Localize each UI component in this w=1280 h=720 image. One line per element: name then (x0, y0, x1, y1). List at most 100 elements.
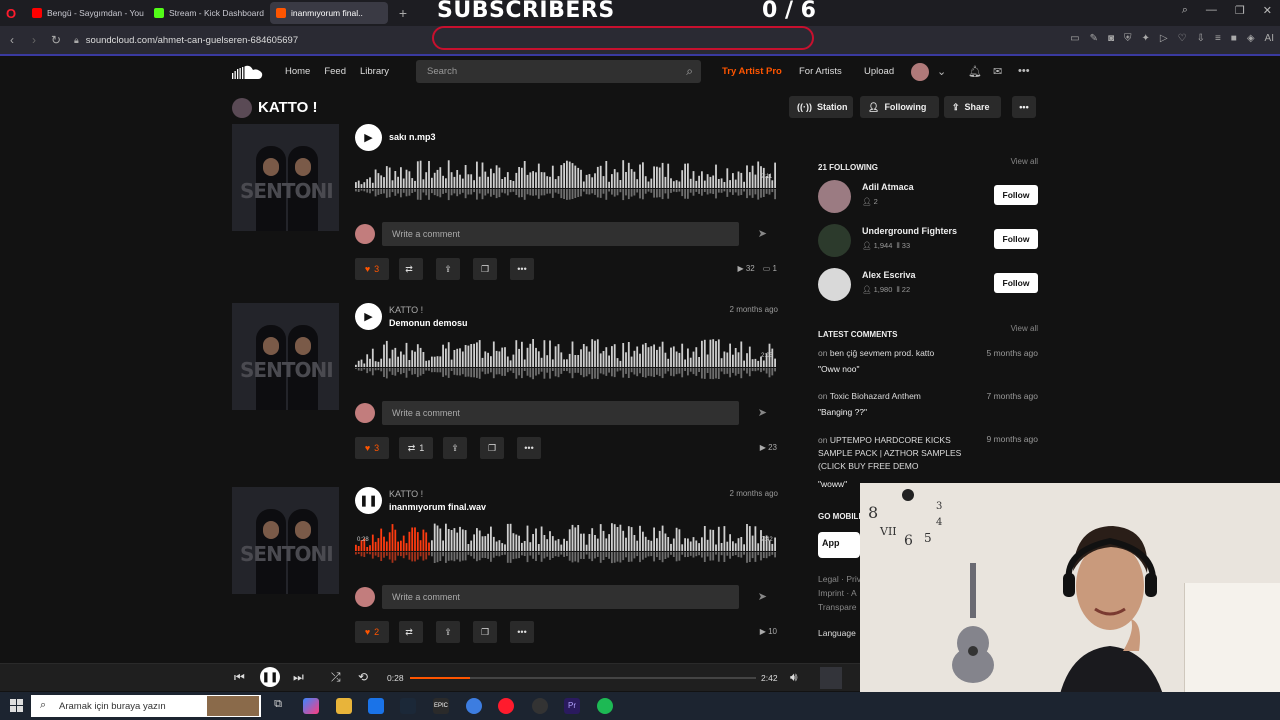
ai-icon[interactable]: AI (1265, 33, 1274, 44)
language-link[interactable]: Language (818, 628, 856, 638)
track-cover[interactable]: SENTONI (232, 487, 339, 594)
comment-track[interactable]: UPTEMPO HARDCORE KICKS SAMPLE PACK | AZT… (818, 435, 961, 471)
repost-button[interactable]: ⇄ (399, 621, 423, 643)
more-button[interactable]: ••• (1012, 96, 1036, 118)
app-store-badge[interactable]: App (818, 532, 860, 558)
track-title[interactable]: inanmıyorum final.wav (389, 502, 486, 512)
track-title[interactable]: sakı n.mp3 (389, 132, 436, 142)
progress-bar[interactable] (410, 677, 756, 679)
new-tab-button[interactable]: + (394, 4, 412, 22)
steam-icon[interactable] (400, 698, 416, 714)
following-name[interactable]: Underground Fighters (862, 226, 957, 236)
comment-track[interactable]: Toxic Biohazard Anthem (830, 391, 921, 401)
waveform[interactable] (355, 519, 777, 564)
opera-taskbar-icon[interactable] (498, 698, 514, 714)
browser-tab-soundcloud[interactable]: inanmıyorum final.. (270, 2, 388, 24)
extension-icon[interactable]: ✦ (1142, 33, 1150, 44)
share-button[interactable]: ⇪ (436, 258, 460, 280)
more-button[interactable]: ••• (510, 621, 534, 643)
bell-icon[interactable]: 🔔︎ (968, 65, 982, 78)
comment-input[interactable]: Write a comment (382, 585, 739, 609)
minimize-icon[interactable]: — (1206, 4, 1217, 17)
following-item[interactable]: Alex Escriva 👤︎ 1,980 ⫴ 22 Follow (818, 268, 1040, 302)
premiere-icon[interactable]: Pr (564, 698, 580, 714)
nav-library[interactable]: Library (360, 66, 389, 77)
comment-track[interactable]: ben çiğ sevmem prod. katto (830, 348, 934, 358)
forward-icon[interactable]: › (24, 33, 44, 47)
repost-button[interactable]: ⇄ 1 (399, 437, 433, 459)
track-cover[interactable]: SENTONI (232, 124, 339, 231)
share-button[interactable]: ⇪ Share (944, 96, 1001, 118)
vpn-icon[interactable]: ◈ (1247, 33, 1255, 44)
avatar[interactable] (818, 268, 851, 301)
track-title[interactable]: Demonun demosu (389, 318, 468, 328)
share-button[interactable]: ⇪ (436, 621, 460, 643)
obs-icon[interactable] (532, 698, 548, 714)
copilot-icon[interactable] (303, 698, 319, 714)
following-name[interactable]: Alex Escriva (862, 270, 916, 280)
heart-icon[interactable]: ♡ (1178, 33, 1187, 44)
profile-avatar[interactable] (232, 98, 252, 118)
for-artists-link[interactable]: For Artists (799, 66, 842, 77)
menu-icon[interactable]: ≡ (1215, 33, 1221, 44)
reload-icon[interactable]: ↻ (46, 33, 66, 47)
following-item[interactable]: Adil Atmaca 👤︎ 2 Follow (818, 180, 1040, 214)
comment-item[interactable]: on Toxic Biohazard Anthem 7 months ago "… (818, 391, 1040, 417)
send-icon[interactable]: ➤ (758, 227, 767, 240)
profile-name[interactable]: KATTO ! (258, 99, 317, 116)
follow-button[interactable]: Follow (994, 229, 1038, 249)
waveform[interactable] (355, 335, 777, 380)
pause-button[interactable]: ❚❚ (355, 487, 382, 514)
comment-item[interactable]: on ben çiğ sevmem prod. katto 5 months a… (818, 348, 1040, 374)
following-button[interactable]: 👤︎ Following (860, 96, 939, 118)
browser-tab-youtube[interactable]: Bengü - Saygımdan - You (26, 2, 144, 24)
outlook-icon[interactable] (368, 698, 384, 714)
back-icon[interactable]: ‹ (2, 33, 22, 47)
pause-button[interactable]: ❚❚ (260, 667, 280, 687)
nav-feed[interactable]: Feed (324, 66, 346, 77)
play-button[interactable]: ▶ (355, 303, 382, 330)
follow-button[interactable]: Follow (994, 273, 1038, 293)
chevron-down-icon[interactable]: ⌄ (937, 65, 946, 78)
sidebar-icon[interactable]: ▭ (1070, 33, 1079, 44)
taskbar-search-input[interactable]: ⌕ Aramak için buraya yazın (31, 695, 261, 717)
browser-tab-kick[interactable]: Stream - Kick Dashboard (148, 2, 266, 24)
spotify-icon[interactable] (597, 698, 613, 714)
share-button[interactable]: ⇪ (443, 437, 467, 459)
following-name[interactable]: Adil Atmaca (862, 182, 914, 192)
station-button[interactable]: ((·)) Station (789, 96, 853, 118)
search-input[interactable]: Search ⌕ (416, 60, 701, 83)
volume-icon[interactable]: 🔊︎ (790, 670, 798, 685)
repeat-icon[interactable]: ⟲ (358, 670, 368, 684)
file-explorer-icon[interactable] (336, 698, 352, 714)
upload-link[interactable]: Upload (864, 66, 894, 77)
nav-home[interactable]: Home (285, 66, 310, 77)
windows-start-icon[interactable] (10, 699, 23, 712)
edit-icon[interactable]: ✎ (1090, 33, 1098, 44)
comment-input[interactable]: Write a comment (382, 401, 739, 425)
play-icon[interactable]: ▷ (1160, 33, 1168, 44)
more-button[interactable]: ••• (510, 258, 534, 280)
opera-logo-icon[interactable]: O (0, 0, 22, 26)
search-tabs-icon[interactable]: ⌕ (1182, 4, 1188, 17)
like-button[interactable]: ♥ 3 (355, 258, 389, 280)
profile-icon[interactable]: ■ (1231, 33, 1237, 44)
url-field[interactable]: 🔒︎ soundcloud.com/ahmet-can-guelseren-684… (74, 35, 298, 46)
play-button[interactable]: ▶ (355, 124, 382, 151)
mail-icon[interactable]: ✉ (993, 65, 1002, 78)
track-artist[interactable]: KATTO ! (389, 305, 423, 315)
send-icon[interactable]: ➤ (758, 406, 767, 419)
search-icon[interactable]: ⌕ (686, 64, 693, 79)
copy-link-button[interactable]: ❐ (473, 621, 497, 643)
copy-link-button[interactable]: ❐ (480, 437, 504, 459)
close-icon[interactable]: ✕ (1263, 4, 1272, 17)
following-item[interactable]: Underground Fighters 👤︎ 1,944 ⫴ 33 Follo… (818, 224, 1040, 258)
following-count[interactable]: 21 FOLLOWING (818, 163, 878, 172)
like-button[interactable]: ♥ 2 (355, 621, 389, 643)
soundcloud-logo-icon[interactable] (232, 65, 264, 79)
comment-item[interactable]: on UPTEMPO HARDCORE KICKS SAMPLE PACK | … (818, 434, 1040, 489)
maximize-icon[interactable]: ❐ (1235, 4, 1245, 17)
waveform[interactable] (355, 156, 777, 201)
follow-button[interactable]: Follow (994, 185, 1038, 205)
more-icon[interactable]: ••• (1018, 65, 1030, 77)
